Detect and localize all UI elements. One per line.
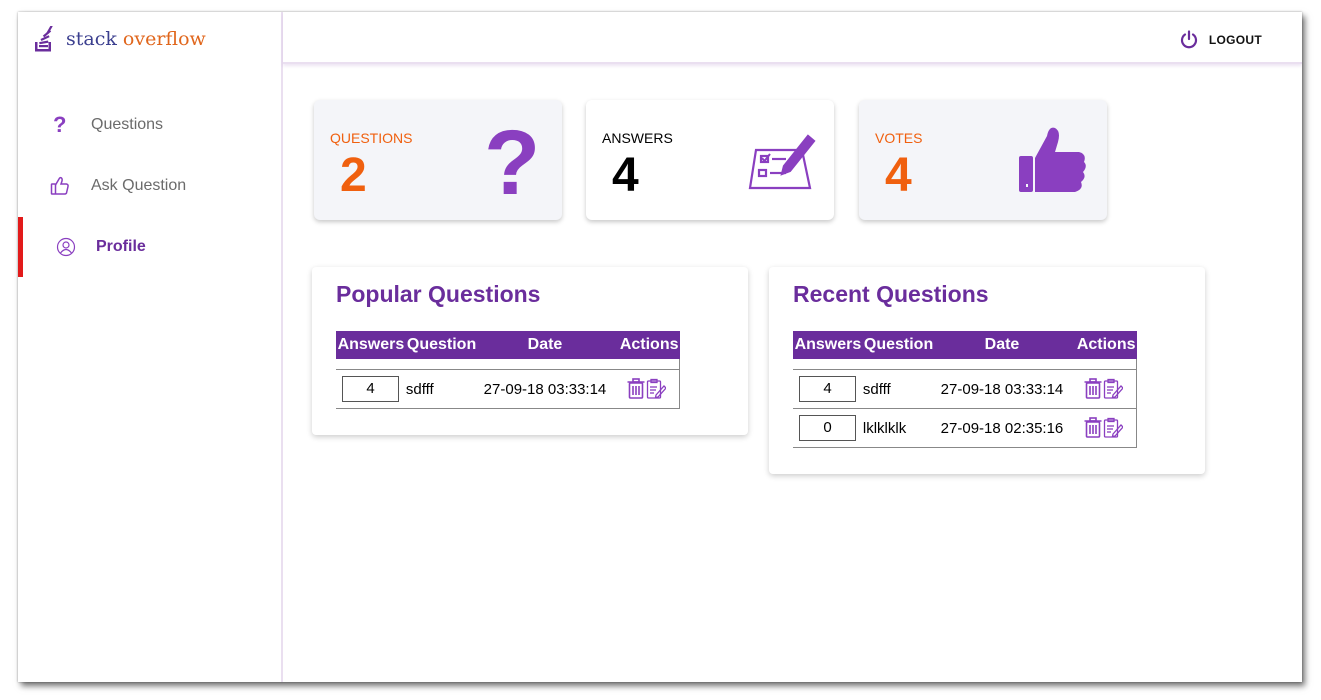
question-icon: ? bbox=[48, 113, 72, 137]
logout-label: LOGOUT bbox=[1208, 33, 1262, 47]
stat-value: 4 bbox=[612, 149, 639, 202]
brand-logo[interactable]: stack overflow bbox=[34, 26, 206, 52]
sidebar-item-label: Questions bbox=[91, 116, 164, 133]
table-header-row: Answers Question Date Actions bbox=[336, 331, 680, 359]
question-date: 27-09-18 03:33:14 bbox=[477, 369, 613, 409]
table-row[interactable]: 4 sdfff 27-09-18 03:33:14 bbox=[793, 369, 1138, 409]
trash-icon[interactable] bbox=[1083, 417, 1103, 439]
table-row[interactable]: 0 lklklklk 27-09-18 02:35:16 bbox=[793, 408, 1138, 448]
recent-questions-table: Answers Question Date Actions 4 sdfff 27… bbox=[793, 331, 1138, 448]
column-header-date: Date bbox=[477, 331, 613, 359]
svg-text:?: ? bbox=[53, 114, 66, 136]
logout-button[interactable]: LOGOUT bbox=[1179, 30, 1262, 50]
answers-count: 0 bbox=[799, 415, 856, 441]
edit-icon[interactable] bbox=[1103, 417, 1123, 439]
table-spacer bbox=[336, 359, 681, 370]
brand-stack: stack bbox=[66, 28, 117, 50]
stat-value: 2 bbox=[340, 149, 367, 202]
votes-stat-card: VOTES 4 bbox=[859, 100, 1107, 220]
column-header-actions: Actions bbox=[612, 331, 680, 359]
trash-icon[interactable] bbox=[626, 378, 646, 400]
sidebar: stack overflow ? Questions Ask Question bbox=[18, 12, 283, 682]
popular-questions-panel: Popular Questions Answers Question Date … bbox=[312, 267, 748, 435]
sidebar-item-questions[interactable]: ? Questions bbox=[18, 95, 281, 155]
column-header-question: Question bbox=[862, 331, 935, 359]
app-window: stack overflow ? Questions Ask Question bbox=[18, 12, 1302, 682]
question-text[interactable]: lklklklk bbox=[862, 408, 935, 448]
table-spacer bbox=[793, 359, 1138, 370]
column-header-date: Date bbox=[934, 331, 1070, 359]
active-indicator bbox=[18, 217, 23, 277]
trash-icon[interactable] bbox=[1083, 378, 1103, 400]
column-header-answers: Answers bbox=[793, 331, 863, 359]
power-icon bbox=[1180, 30, 1197, 49]
sidebar-item-label: Profile bbox=[96, 238, 146, 255]
sidebar-item-label: Ask Question bbox=[91, 177, 187, 194]
panel-title: Popular Questions bbox=[336, 281, 541, 307]
stat-label: QUESTIONS bbox=[330, 130, 413, 146]
edit-icon[interactable] bbox=[1103, 378, 1123, 400]
popular-questions-table: Answers Question Date Actions 4 sdfff 27… bbox=[336, 331, 681, 409]
row-actions bbox=[1069, 369, 1138, 409]
column-header-answers: Answers bbox=[336, 331, 406, 359]
recent-questions-panel: Recent Questions Answers Question Date A… bbox=[769, 267, 1205, 474]
stat-label: VOTES bbox=[875, 130, 923, 146]
answers-count: 4 bbox=[799, 376, 856, 402]
row-actions bbox=[612, 369, 681, 409]
panel-title: Recent Questions bbox=[793, 281, 989, 307]
brand-name: stack overflow bbox=[66, 28, 206, 50]
questions-stat-card: QUESTIONS 2 ? bbox=[314, 100, 562, 220]
thumbs-up-icon bbox=[1019, 127, 1086, 192]
user-circle-icon bbox=[54, 235, 78, 259]
sidebar-item-profile[interactable]: Profile bbox=[18, 217, 281, 277]
stack-overflow-logo-icon bbox=[35, 26, 53, 52]
question-date: 27-09-18 03:33:14 bbox=[934, 369, 1070, 409]
column-header-question: Question bbox=[405, 331, 478, 359]
answers-count: 4 bbox=[342, 376, 399, 402]
top-header: LOGOUT bbox=[283, 12, 1302, 64]
question-date: 27-09-18 02:35:16 bbox=[934, 408, 1070, 448]
question-text[interactable]: sdfff bbox=[862, 369, 935, 409]
table-header-row: Answers Question Date Actions bbox=[793, 331, 1137, 359]
stat-label: ANSWERS bbox=[602, 130, 673, 146]
answers-stat-card: ANSWERS 4 bbox=[586, 100, 834, 220]
brand-overflow: overflow bbox=[122, 28, 206, 50]
svg-text:?: ? bbox=[484, 122, 540, 198]
checklist-pencil-icon bbox=[748, 134, 816, 190]
sidebar-item-ask-question[interactable]: Ask Question bbox=[18, 156, 281, 216]
edit-icon[interactable] bbox=[646, 378, 666, 400]
column-header-actions: Actions bbox=[1069, 331, 1137, 359]
question-mark-icon: ? bbox=[484, 122, 540, 198]
row-actions bbox=[1069, 408, 1138, 448]
question-text[interactable]: sdfff bbox=[405, 369, 478, 409]
thumbs-up-icon bbox=[48, 174, 72, 198]
stat-value: 4 bbox=[885, 149, 912, 202]
table-row[interactable]: 4 sdfff 27-09-18 03:33:14 bbox=[336, 369, 681, 409]
